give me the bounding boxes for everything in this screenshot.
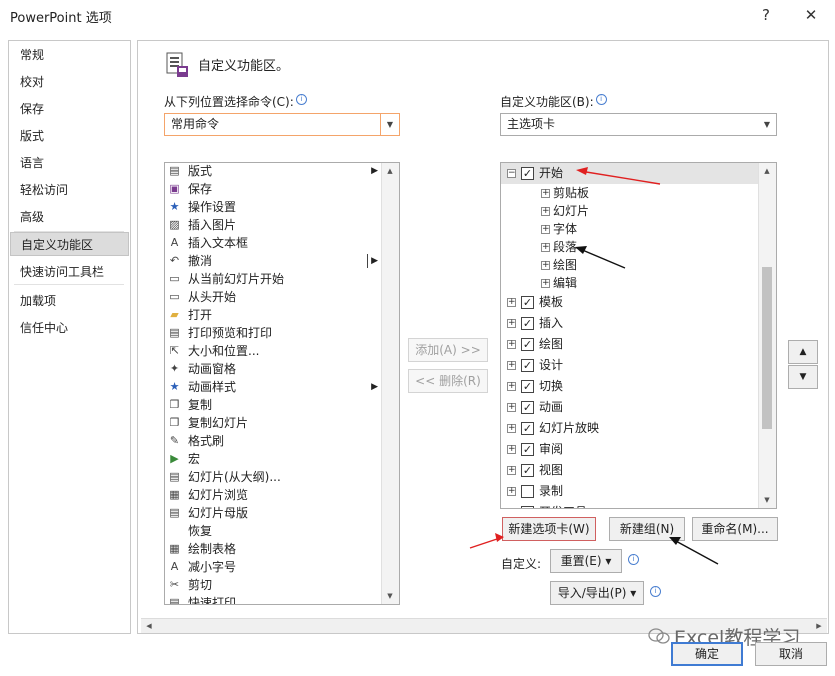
red-arrow-new-tab xyxy=(469,533,504,549)
annotation-arrows xyxy=(469,167,719,565)
red-arrow-start xyxy=(576,167,661,185)
black-arrow-new-group xyxy=(669,537,719,565)
black-arrow-paragraph xyxy=(575,246,626,269)
